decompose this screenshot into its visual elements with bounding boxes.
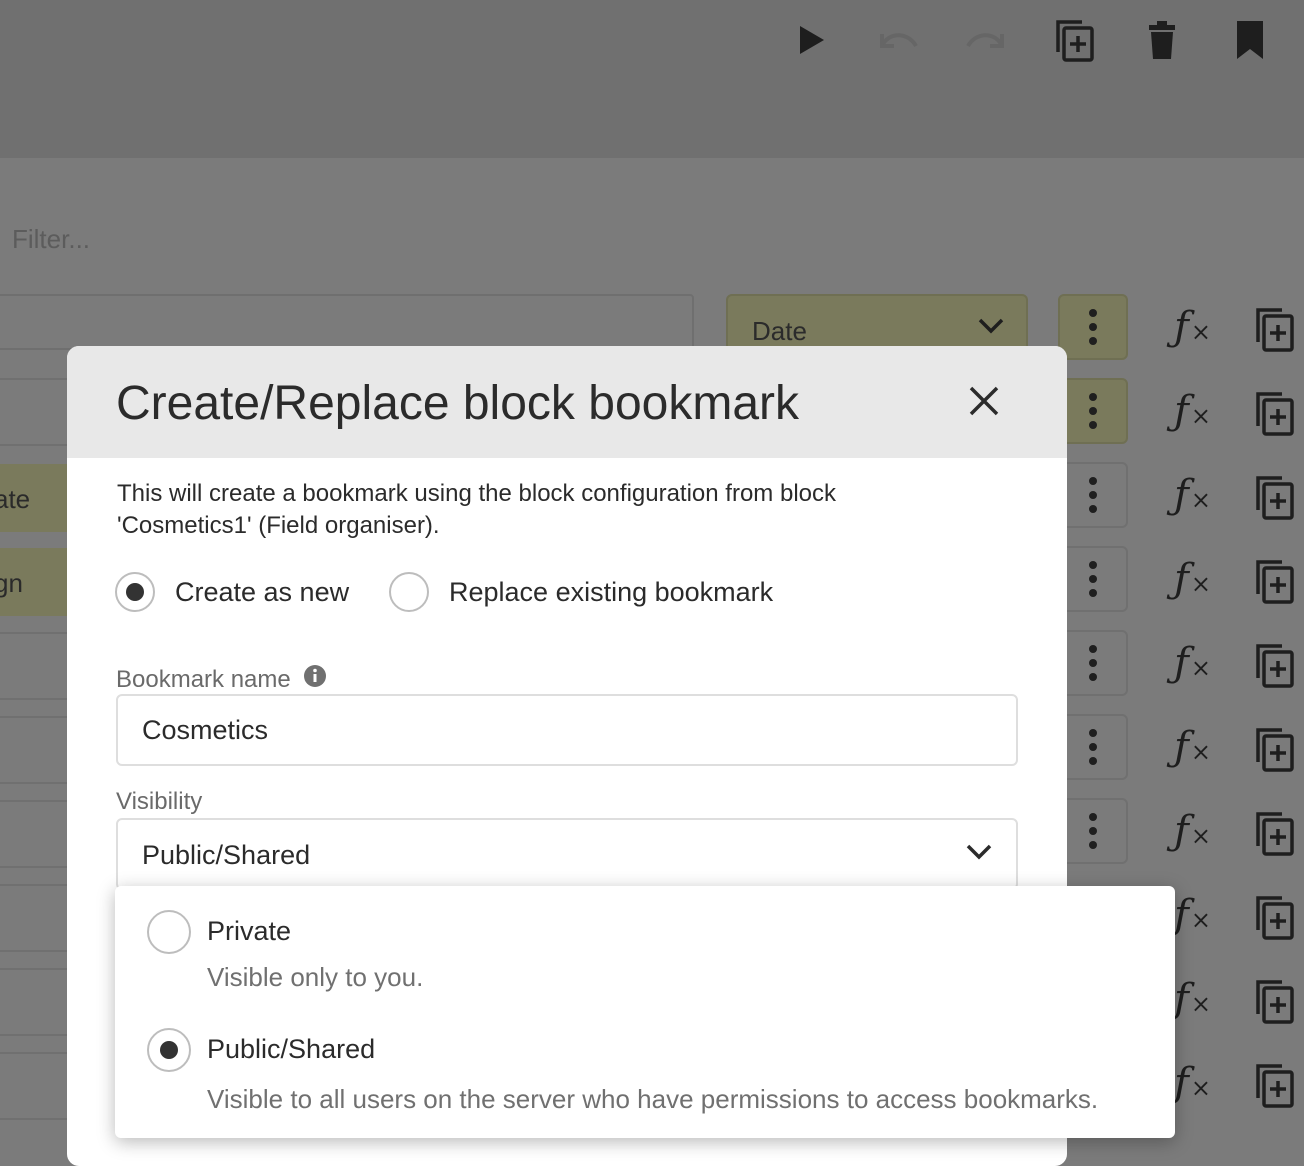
background-panel [0,294,694,350]
row-menu-button[interactable] [1058,378,1128,444]
visibility-option-private[interactable]: Private Visible only to you. [147,910,1147,1000]
duplicate-icon[interactable] [1052,18,1096,62]
filter-input[interactable]: Filter... [12,224,90,255]
row-menu-button[interactable] [1058,714,1128,780]
add-copy-icon[interactable] [1254,558,1294,609]
redo-icon[interactable] [964,18,1008,62]
radio-checked[interactable] [147,1028,191,1072]
add-copy-icon[interactable] [1254,474,1294,525]
radio-label: Replace existing bookmark [449,576,774,607]
function-icon[interactable]: ƒ× [1174,388,1211,434]
background-row-label: gn [0,568,23,598]
function-icon[interactable]: ƒ× [1174,304,1211,350]
close-button[interactable] [967,384,1001,418]
add-copy-icon[interactable] [1254,978,1294,1029]
radio-label: Create as new [175,576,350,607]
function-icon[interactable]: ƒ× [1174,976,1211,1022]
function-icon[interactable]: ƒ× [1174,1060,1211,1106]
top-toolbar [0,0,1304,158]
background-row-label: ate [0,484,31,514]
add-copy-icon[interactable] [1254,642,1294,693]
chevron-down-icon [966,844,992,865]
row-menu-button[interactable] [1058,462,1128,528]
add-copy-icon[interactable] [1254,726,1294,777]
kebab-icon [1089,393,1097,429]
play-icon[interactable] [790,18,834,62]
info-icon[interactable] [303,664,327,695]
visibility-select[interactable]: Public/Shared [116,818,1018,890]
bookmark-name-label: Bookmark name [116,664,327,695]
function-icon[interactable]: ƒ× [1174,724,1211,770]
kebab-icon [1089,645,1097,681]
bookmark-name-input[interactable] [116,694,1018,766]
visibility-option-public[interactable]: Public/Shared Visible to all users on th… [147,1028,1147,1118]
function-icon[interactable]: ƒ× [1174,808,1211,854]
dialog-header: Create/Replace block bookmark [67,346,1067,458]
kebab-icon [1089,477,1097,513]
add-copy-icon[interactable] [1254,894,1294,945]
option-description: Visible to all users on the server who h… [207,1084,1099,1114]
row-menu-button[interactable] [1058,546,1128,612]
add-copy-icon[interactable] [1254,390,1294,441]
undo-icon[interactable] [876,18,920,62]
add-copy-icon[interactable] [1254,810,1294,861]
bookmark-icon[interactable] [1228,18,1272,62]
chevron-down-icon [978,318,1004,339]
function-icon[interactable]: ƒ× [1174,556,1211,602]
row-menu-button[interactable] [1058,630,1128,696]
option-title: Public/Shared [207,1034,376,1064]
kebab-icon [1089,729,1097,765]
option-description: Visible only to you. [207,962,424,992]
kebab-icon [1089,813,1097,849]
kebab-icon [1089,561,1097,597]
option-title: Private [207,916,292,946]
radio-checked[interactable] [115,572,155,612]
function-icon[interactable]: ƒ× [1174,472,1211,518]
function-icon[interactable]: ƒ× [1174,640,1211,686]
replace-existing-radio[interactable]: Replace existing bookmark [389,570,773,614]
trash-icon[interactable] [1140,18,1184,62]
add-copy-icon[interactable] [1254,306,1294,357]
visibility-dropdown: Private Visible only to you. Public/Shar… [115,886,1175,1138]
radio-unchecked[interactable] [147,910,191,954]
visibility-label: Visibility [116,788,203,815]
row-menu-button[interactable] [1058,798,1128,864]
date-select-label: Date [752,316,807,346]
row-menu-button[interactable] [1058,294,1128,360]
add-copy-icon[interactable] [1254,1062,1294,1113]
kebab-icon [1089,309,1097,345]
visibility-selected-value: Public/Shared [142,840,311,870]
dialog-description: This will create a bookmark using the bl… [117,480,836,539]
dialog-title: Create/Replace block bookmark [116,377,799,430]
create-as-new-radio[interactable]: Create as new [115,570,349,614]
function-icon[interactable]: ƒ× [1174,892,1211,938]
close-icon [969,386,999,416]
radio-unchecked[interactable] [389,572,429,612]
